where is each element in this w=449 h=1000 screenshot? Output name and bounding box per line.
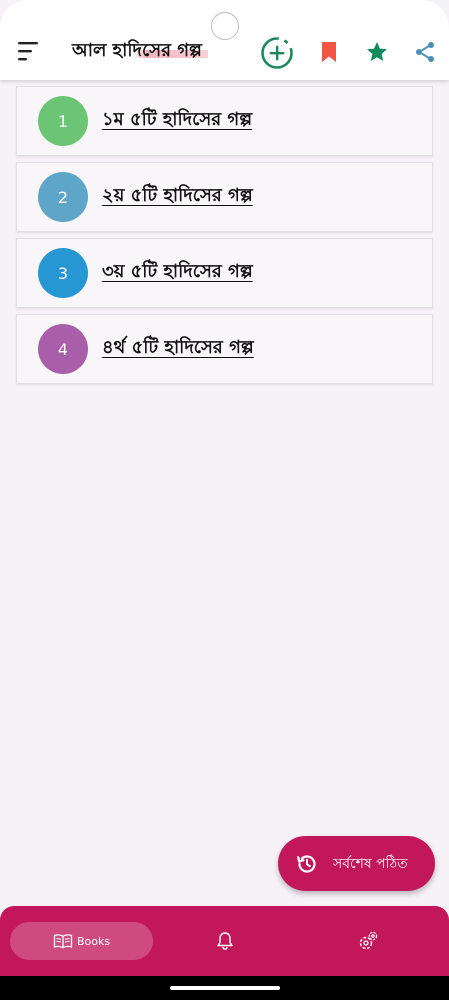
list-item[interactable]: 2 ২য় ৫টি হাদিসের গল্প <box>16 162 433 232</box>
history-icon <box>297 854 316 873</box>
menu-icon <box>18 42 38 61</box>
front-camera-cutout <box>211 12 239 40</box>
top-app-bar: আল হাদিসের গল্প <box>0 0 449 80</box>
item-title-link[interactable]: ৪র্থ ৫টি হাদিসের গল্প <box>102 335 254 361</box>
settings-icon <box>359 931 378 950</box>
nav-settings-tab[interactable] <box>357 930 379 952</box>
star-icon <box>367 42 387 61</box>
favorite-button[interactable] <box>361 36 393 68</box>
item-number-badge: 3 <box>38 248 88 298</box>
item-title-link[interactable]: ১ম ৫টি হাদিসের গল্প <box>102 107 252 133</box>
bookmark-button[interactable] <box>313 36 345 68</box>
share-icon <box>416 42 434 62</box>
add-circle-icon <box>261 37 293 69</box>
bookmark-icon <box>322 42 336 62</box>
system-gesture-bar <box>0 976 449 1000</box>
bell-icon <box>217 932 233 950</box>
page-title: আল হাদিসের গল্প <box>72 38 208 64</box>
book-list: 1 ১ম ৫টি হাদিসের গল্প 2 ২য় ৫টি হাদিসের … <box>16 86 433 390</box>
item-number-badge: 4 <box>38 324 88 374</box>
item-title-link[interactable]: ২য় ৫টি হাদিসের গল্প <box>102 183 253 209</box>
home-indicator[interactable] <box>170 986 280 990</box>
list-item[interactable]: 1 ১ম ৫টি হাদিসের গল্প <box>16 86 433 156</box>
list-item[interactable]: 4 ৪র্থ ৫টি হাদিসের গল্প <box>16 314 433 384</box>
nav-books-label: Books <box>76 934 111 948</box>
last-read-button[interactable]: সর্বশেষ পঠিত <box>278 836 435 891</box>
item-number-badge: 1 <box>38 96 88 146</box>
list-item[interactable]: 3 ৩য় ৫টি হাদিসের গল্প <box>16 238 433 308</box>
last-read-label: সর্বশেষ পঠিত <box>333 855 408 872</box>
add-button[interactable] <box>260 36 294 70</box>
nav-notifications-tab[interactable] <box>214 930 236 952</box>
share-button[interactable] <box>409 36 441 68</box>
book-icon <box>53 934 73 949</box>
item-number-badge: 2 <box>38 172 88 222</box>
item-title-link[interactable]: ৩য় ৫টি হাদিসের গল্প <box>102 259 253 285</box>
app-screen: আল হাদিসের গল্প 1 ১ম ৫টি হাদিসের গল্প 2 … <box>0 0 449 1000</box>
bottom-navigation: Books <box>0 906 449 976</box>
nav-books-tab[interactable]: Books <box>10 922 153 960</box>
menu-button[interactable] <box>14 38 42 66</box>
